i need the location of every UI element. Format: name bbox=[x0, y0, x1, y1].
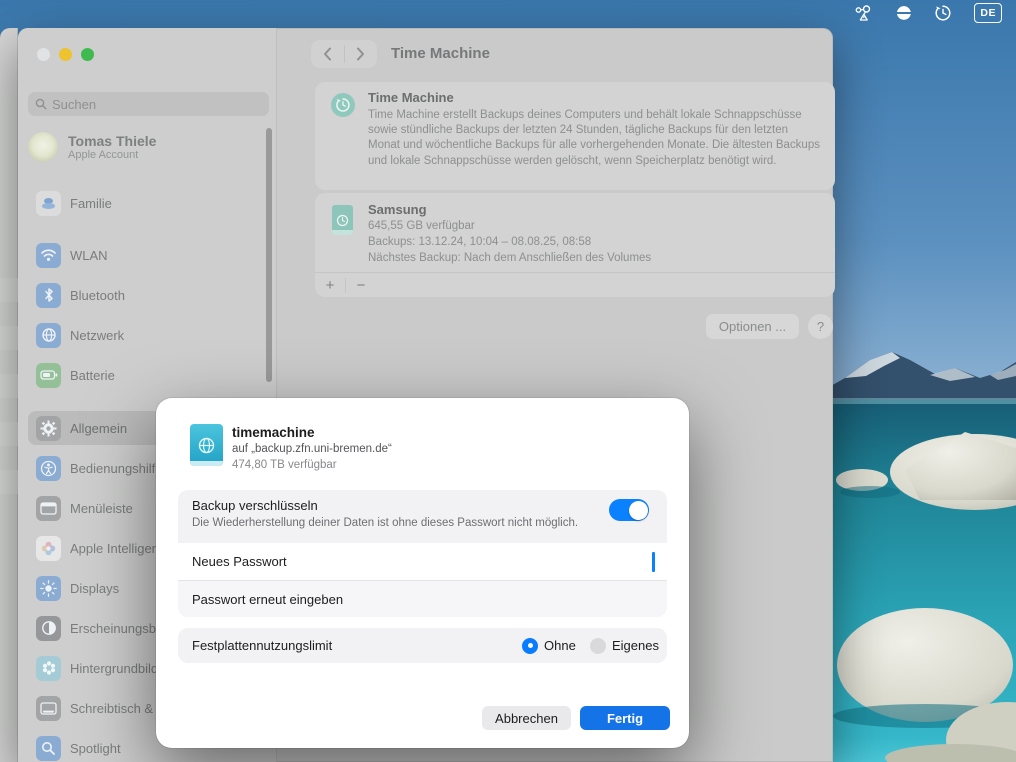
globe-icon bbox=[36, 323, 61, 348]
radio-unselected-icon bbox=[590, 638, 606, 654]
cancel-button[interactable]: Abbrechen bbox=[482, 706, 571, 730]
limit-label: Festplattennutzungslimit bbox=[192, 638, 332, 653]
disk-available: 645,55 GB verfügbar bbox=[368, 220, 475, 232]
toggle-knob bbox=[629, 501, 648, 520]
volume-name: timemachine bbox=[232, 425, 315, 440]
avatar bbox=[28, 132, 58, 162]
desktop-dock-icon bbox=[36, 696, 61, 721]
appearance-icon bbox=[36, 616, 61, 641]
account-subtitle: Apple Account bbox=[68, 149, 156, 161]
sidebar-item-netzwerk[interactable]: Netzwerk bbox=[28, 318, 269, 352]
forward-button[interactable] bbox=[344, 40, 377, 68]
network-status-icon[interactable] bbox=[854, 3, 873, 23]
backup-disk-dialog: timemachine auf „backup.zfn.uni-bremen.d… bbox=[156, 398, 689, 748]
back-button[interactable] bbox=[311, 40, 344, 68]
limit-option-none[interactable]: Ohne bbox=[522, 638, 576, 654]
card-title: Time Machine bbox=[368, 90, 454, 105]
wifi-icon bbox=[36, 243, 61, 268]
remove-disk-button[interactable]: − bbox=[346, 273, 376, 298]
sidebar-scrollbar[interactable] bbox=[266, 128, 272, 382]
card-description: Time Machine erstellt Backups deines Com… bbox=[368, 108, 820, 169]
new-password-field[interactable]: Neues Passwort bbox=[178, 543, 667, 580]
options-button[interactable]: Optionen ... bbox=[706, 314, 799, 339]
sidebar-item-bluetooth[interactable]: Bluetooth bbox=[28, 278, 269, 312]
menu-bar-icon bbox=[36, 496, 61, 521]
search-input[interactable]: Suchen bbox=[28, 92, 269, 116]
encrypt-label: Backup verschlüsseln bbox=[192, 498, 318, 513]
sidebar-item-batterie[interactable]: Batterie bbox=[28, 358, 269, 392]
help-button[interactable]: ? bbox=[808, 314, 833, 339]
wallpaper-flower-icon bbox=[36, 656, 61, 681]
sidebar-item-account[interactable]: Tomas Thiele Apple Account bbox=[28, 126, 269, 168]
disk-next-backup: Nächstes Backup: Nach dem Anschließen de… bbox=[368, 252, 651, 264]
accessibility-icon bbox=[36, 456, 61, 481]
account-name: Tomas Thiele bbox=[68, 133, 156, 149]
time-machine-info-card: Time Machine Time Machine erstellt Backu… bbox=[315, 82, 835, 190]
sidebar-item-wlan[interactable]: WLAN bbox=[28, 238, 269, 272]
disk-list-footer: + − bbox=[315, 272, 835, 297]
desktop: DE Suchen Tomas Thiele Apple Account bbox=[0, 0, 1016, 762]
time-machine-menu-icon[interactable] bbox=[934, 3, 952, 23]
network-disk-icon bbox=[190, 424, 223, 466]
limit-option-custom[interactable]: Eigenes bbox=[590, 638, 659, 654]
text-caret bbox=[652, 552, 655, 572]
volume-available: 474,80 TB verfügbar bbox=[232, 459, 337, 471]
minimize-button[interactable] bbox=[59, 48, 72, 61]
disk-backups-range: Backups: 13.12.24, 10:04 – 08.08.25, 08:… bbox=[368, 236, 591, 248]
disk-limit-group: Festplattennutzungslimit Ohne Eigenes bbox=[178, 628, 667, 663]
search-placeholder: Suchen bbox=[52, 97, 96, 112]
gear-icon bbox=[36, 416, 61, 441]
menu-bar: DE bbox=[0, 0, 1016, 26]
input-source-badge[interactable]: DE bbox=[974, 3, 1002, 23]
close-button[interactable] bbox=[37, 48, 50, 61]
apple-intelligence-icon bbox=[36, 536, 61, 561]
add-disk-button[interactable]: + bbox=[315, 273, 345, 298]
encrypt-description: Die Wiederherstellung deiner Daten ist o… bbox=[192, 517, 578, 529]
bluetooth-icon bbox=[36, 283, 61, 308]
encrypt-row: Backup verschlüsseln Die Wiederherstellu… bbox=[178, 490, 667, 543]
backup-disk-card[interactable]: Samsung 645,55 GB verfügbar Backups: 13.… bbox=[315, 193, 835, 297]
chevron-right-icon bbox=[356, 47, 365, 61]
page-title: Time Machine bbox=[391, 45, 490, 62]
background-window bbox=[0, 28, 18, 762]
family-icon bbox=[36, 191, 61, 216]
sun-icon bbox=[36, 576, 61, 601]
time-machine-icon bbox=[331, 93, 355, 117]
radio-selected-icon bbox=[522, 638, 538, 654]
sidebar-item-familie[interactable]: Familie bbox=[28, 186, 269, 220]
maximize-button[interactable] bbox=[81, 48, 94, 61]
disk-name: Samsung bbox=[368, 202, 427, 217]
search-icon bbox=[35, 98, 47, 110]
encrypt-toggle[interactable] bbox=[609, 499, 649, 521]
done-button[interactable]: Fertig bbox=[580, 706, 670, 730]
navigation-control bbox=[311, 40, 377, 68]
encryption-group: Backup verschlüsseln Die Wiederherstellu… bbox=[178, 490, 667, 617]
repeat-password-field[interactable]: Passwort erneut eingeben bbox=[178, 581, 667, 617]
battery-icon bbox=[36, 363, 61, 388]
spotlight-icon bbox=[36, 736, 61, 761]
chevron-left-icon bbox=[323, 47, 332, 61]
volume-host: auf „backup.zfn.uni-bremen.de“ bbox=[232, 443, 392, 455]
backup-disk-icon bbox=[332, 205, 353, 235]
split-circle-icon[interactable] bbox=[895, 3, 912, 23]
